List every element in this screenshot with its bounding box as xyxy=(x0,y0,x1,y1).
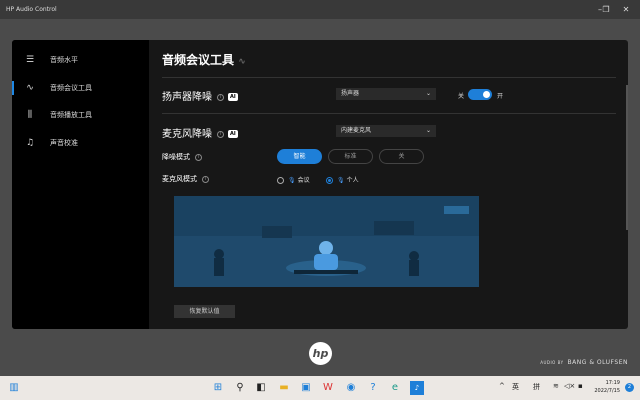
mic-mode-personal-radio[interactable]: 🎙 个人 xyxy=(326,175,359,184)
sliders-icon: ☰ xyxy=(25,55,35,65)
edge-icon[interactable]: e xyxy=(388,381,402,395)
help-icon[interactable]: ? xyxy=(366,381,380,395)
sidebar-item-audio-levels[interactable]: ☰ 音频水平 xyxy=(12,50,149,70)
mode-illustration xyxy=(174,196,479,287)
music-note-icon: ♫ xyxy=(25,138,35,148)
office-scene-illustration xyxy=(174,196,479,276)
file-explorer-icon[interactable]: ▬ xyxy=(277,381,291,395)
microphone-icon: 🎙 xyxy=(288,177,296,184)
wifi-icon[interactable]: ≋ xyxy=(553,382,559,390)
scrollbar[interactable] xyxy=(626,85,628,230)
divider xyxy=(162,113,616,114)
restore-button[interactable]: ❐ xyxy=(596,0,616,19)
ime-language[interactable]: 英 xyxy=(512,382,519,392)
store-icon[interactable]: ▣ xyxy=(299,381,313,395)
mic-section-title: 麦克风降噪 i AI xyxy=(162,129,238,140)
speaker-noise-toggle[interactable] xyxy=(468,89,492,100)
app-icon[interactable]: ◉ xyxy=(344,381,358,395)
battery-icon[interactable]: ▪ xyxy=(578,382,583,390)
sidebar-item-playback-tools[interactable]: ⫼ 音频播放工具 xyxy=(12,105,149,125)
chevron-down-icon: ⌄ xyxy=(425,90,431,97)
speaker-section-title: 扬声器降噪 i AI xyxy=(162,92,238,103)
chevron-down-icon: ⌄ xyxy=(425,127,431,134)
info-icon[interactable]: i xyxy=(217,93,224,101)
notification-badge[interactable]: 2 xyxy=(625,383,634,392)
hp-audio-control-taskbar-icon[interactable]: ♪ xyxy=(410,381,424,395)
wps-icon[interactable]: W xyxy=(321,381,335,395)
main-content: 音频会议工具 ∿ 扬声器降噪 i AI 扬声器 ⌄ 关 开 麦克风降噪 i AI 内建麦克… xyxy=(149,40,628,329)
tray-overflow-icon[interactable]: ^ xyxy=(499,382,505,390)
divider xyxy=(162,77,616,78)
mode-standard-button[interactable]: 标准 xyxy=(328,149,373,164)
sidebar-item-conference-tools[interactable]: ∿ 音频会议工具 xyxy=(12,78,149,98)
clock[interactable]: 17:19 2022/7/15 xyxy=(594,379,620,395)
microphone-icon: 🎙 xyxy=(337,177,345,184)
equalizer-icon: ⫼ xyxy=(27,110,33,120)
reset-defaults-button[interactable]: 恢复默认值 xyxy=(174,305,235,318)
waveform-icon: ∿ xyxy=(26,83,34,93)
mode-off-button[interactable]: 关 xyxy=(379,149,424,164)
toggle-on-label: 开 xyxy=(497,93,504,100)
start-icon[interactable]: ⊞ xyxy=(211,381,225,395)
page-title: 音频会议工具 ∿ xyxy=(162,53,246,67)
hp-logo: hp xyxy=(309,342,332,365)
waveform-icon: ∿ xyxy=(238,57,246,67)
close-button[interactable]: ✕ xyxy=(616,0,636,19)
mic-mode-conference-radio[interactable]: 🎙 会议 xyxy=(277,175,310,184)
info-icon[interactable]: i xyxy=(217,130,224,138)
mic-mode-label: 麦克风模式 i xyxy=(162,174,209,184)
search-icon[interactable]: ⚲ xyxy=(233,381,247,395)
ai-badge: AI xyxy=(228,130,238,138)
title-bar: HP Audio Control xyxy=(0,0,640,19)
volume-icon[interactable]: ◁× xyxy=(564,382,575,390)
info-icon[interactable]: i xyxy=(202,175,209,183)
sidebar: ☰ 音频水平 ∿ 音频会议工具 ⫼ 音频播放工具 ♫ 声音校准 xyxy=(12,40,149,329)
info-icon[interactable]: i xyxy=(195,153,202,161)
taskbar: ▥ ⊞ ⚲ ◧ ▬ ▣ W ◉ ? e ♪ ^ 英 拼 ≋ ◁× ▪ 17:19… xyxy=(0,376,640,400)
toggle-off-label: 关 xyxy=(458,93,465,100)
noise-mode-label: 降噪模式 i xyxy=(162,152,202,162)
sidebar-item-calibration[interactable]: ♫ 声音校准 xyxy=(12,133,149,153)
window-title: HP Audio Control xyxy=(6,6,57,13)
ime-mode[interactable]: 拼 xyxy=(533,382,540,392)
speaker-device-dropdown[interactable]: 扬声器 ⌄ xyxy=(336,88,436,100)
task-view-icon[interactable]: ◧ xyxy=(254,381,268,395)
mode-smart-button[interactable]: 智能 xyxy=(277,149,322,164)
app-panel: ☰ 音频水平 ∿ 音频会议工具 ⫼ 音频播放工具 ♫ 声音校准 音频会议工具 ∿ 扬声器… xyxy=(12,40,628,329)
widgets-icon[interactable]: ▥ xyxy=(7,381,21,395)
bang-olufsen-logo: AUDIO BY BANG & OLUFSEN xyxy=(540,359,628,366)
ai-badge: AI xyxy=(228,93,238,101)
mic-device-dropdown[interactable]: 内建麦克风 ⌄ xyxy=(336,125,436,137)
